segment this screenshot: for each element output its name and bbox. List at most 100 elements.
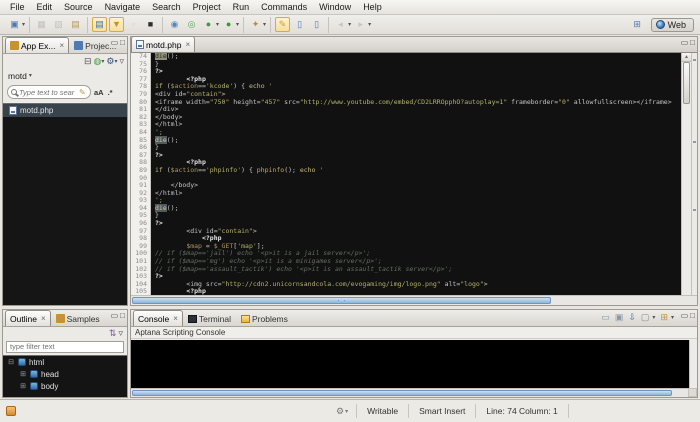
vertical-scroll-thumb[interactable] [683, 62, 690, 104]
minimize-icon[interactable]: ▭ [111, 312, 119, 320]
print-icon[interactable]: ▤ [68, 17, 83, 32]
console-tab-terminal[interactable]: Terminal [183, 310, 236, 326]
tree-node-html[interactable]: ⊟ html [3, 356, 127, 368]
sync-icon[interactable]: ◍ [94, 56, 102, 67]
save-all-icon: ▧ [51, 17, 66, 32]
menu-project[interactable]: Project [187, 1, 227, 13]
regex-button[interactable]: .* [107, 88, 114, 97]
sort-icon[interactable]: ⇅ [109, 328, 117, 339]
statusbar-gear-icon[interactable]: ⚙▾ [336, 404, 357, 418]
outline-tree[interactable]: ⊟ html⊞head⊞body [3, 355, 127, 397]
menu-edit[interactable]: Edit [31, 1, 59, 13]
open-console-icon[interactable]: ⊞ [660, 312, 668, 323]
outdent-block-icon[interactable]: ▯ [309, 17, 324, 32]
scroll-corner [688, 388, 697, 397]
run-icon[interactable]: ● [221, 17, 236, 32]
menu-commands[interactable]: Commands [255, 1, 313, 13]
file-list[interactable]: motd.php [3, 103, 127, 305]
maximize-icon[interactable]: □ [690, 312, 695, 320]
console-output[interactable] [131, 340, 697, 388]
close-icon[interactable]: × [185, 40, 190, 49]
minimize-icon[interactable]: ▭ [681, 312, 689, 320]
collapse-all-icon[interactable]: ⊟ [84, 56, 92, 67]
dropdown-icon[interactable]: ▾ [22, 21, 25, 28]
code-line: <iframe width="750" height="457" src="ht… [155, 99, 681, 107]
menu-run[interactable]: Run [227, 1, 256, 13]
sidebar-tab-icon [10, 41, 19, 50]
close-icon[interactable]: × [173, 314, 178, 323]
dropdown-icon[interactable]: ▾ [236, 21, 239, 28]
commands-gear-icon[interactable]: ⚙ [106, 56, 114, 67]
scroll-lock-icon[interactable]: ⇩ [628, 312, 636, 323]
menu-search[interactable]: Search [146, 1, 187, 13]
dropdown-icon[interactable]: ▾ [671, 314, 674, 321]
dropdown-icon[interactable]: ▾ [368, 21, 371, 28]
minimize-icon[interactable]: ▭ [681, 39, 689, 47]
format-icon[interactable]: ✎ [275, 17, 290, 32]
dropdown-icon[interactable]: ▾ [652, 314, 655, 321]
dropdown-icon[interactable]: ▾ [114, 58, 117, 65]
outline-tab-outline[interactable]: Outline× [5, 310, 51, 326]
code-area[interactable]: die();}?> <?phpif ($action=='kcode') { e… [151, 53, 681, 295]
dropdown-icon[interactable]: ▾ [263, 21, 266, 28]
web-perspective-button[interactable]: Web [651, 18, 694, 32]
tree-node-head[interactable]: ⊞head [3, 368, 127, 380]
menu-navigate[interactable]: Navigate [99, 1, 147, 13]
code-line: } [155, 144, 681, 152]
console-tab-console[interactable]: Console× [133, 310, 183, 326]
menu-window[interactable]: Window [313, 1, 357, 13]
project-selector[interactable]: motd ▾ [3, 69, 127, 82]
editor-vertical-scrollbar[interactable]: ▲ [681, 53, 691, 295]
sidebar-tab-appex[interactable]: App Ex... × [5, 37, 69, 53]
outline-tab-samples[interactable]: Samples [51, 310, 105, 326]
scroll-up-arrow[interactable]: ▲ [682, 53, 691, 62]
file-row-motd-php[interactable]: motd.php [3, 104, 127, 117]
indent-block-icon[interactable]: ▯ [292, 17, 307, 32]
fast-view-icon[interactable] [6, 406, 16, 416]
expand-node-icon[interactable]: ⊞ [19, 382, 27, 390]
horizontal-scroll-thumb[interactable] [132, 297, 551, 304]
close-icon[interactable]: × [60, 41, 65, 50]
open-perspective-icon[interactable]: ⊞ [630, 17, 645, 32]
clear-console-icon[interactable]: ▭ [601, 312, 610, 323]
debug-icon[interactable]: ● [201, 17, 216, 32]
show-hierarchy-icon[interactable]: ▼ [109, 17, 124, 32]
view-menu-icon[interactable]: ▿ [118, 328, 123, 339]
expand-node-icon[interactable]: ⊞ [19, 370, 27, 378]
menu-help[interactable]: Help [357, 1, 388, 13]
maximize-icon[interactable]: □ [690, 39, 695, 47]
dropdown-icon[interactable]: ▾ [348, 21, 351, 28]
collapse-node-icon[interactable]: ⊟ [7, 358, 15, 366]
preview-browser-icon[interactable]: ◉ [167, 17, 182, 32]
view-menu-icon[interactable]: ▿ [119, 56, 124, 67]
close-icon[interactable]: × [41, 314, 46, 323]
external-browser-icon[interactable]: ◎ [184, 17, 199, 32]
minimize-icon[interactable]: ▭ [111, 39, 119, 47]
sidebar-tab-icon [74, 41, 83, 50]
maximize-icon[interactable]: □ [120, 312, 125, 320]
dropdown-icon[interactable]: ▾ [101, 58, 104, 65]
match-case-button[interactable]: aA [93, 88, 105, 97]
search-input[interactable] [19, 88, 77, 97]
menu-file[interactable]: File [4, 1, 31, 13]
dropdown-icon[interactable]: ▾ [216, 21, 219, 28]
editor-tab-motd-php[interactable]: motd.php × [131, 36, 195, 52]
tree-node-label: html [29, 358, 44, 367]
terminal-icon[interactable]: ■ [143, 17, 158, 32]
wand-icon[interactable]: ✦ [248, 17, 263, 32]
pin-console-icon[interactable]: ▣ [615, 312, 624, 323]
display-console-icon[interactable]: ▢ [641, 312, 650, 323]
console-tab-problems[interactable]: Problems [236, 310, 293, 326]
tree-node-body[interactable]: ⊞body [3, 380, 127, 392]
menu-source[interactable]: Source [58, 1, 99, 13]
search-box[interactable]: ✎ [7, 85, 91, 99]
new-wizard-icon[interactable]: ▣ [7, 17, 22, 32]
link-with-editor-icon[interactable]: ▤ [92, 17, 107, 32]
console-horizontal-scrollbar[interactable] [131, 388, 688, 397]
filter-input[interactable] [6, 341, 124, 353]
editor-horizontal-scrollbar[interactable] [131, 295, 697, 305]
maximize-icon[interactable]: □ [120, 39, 125, 47]
console-vertical-scrollbar[interactable] [689, 340, 697, 388]
sidebar-tab-label: App Ex... [21, 41, 56, 51]
console-scroll-thumb[interactable] [132, 390, 672, 396]
